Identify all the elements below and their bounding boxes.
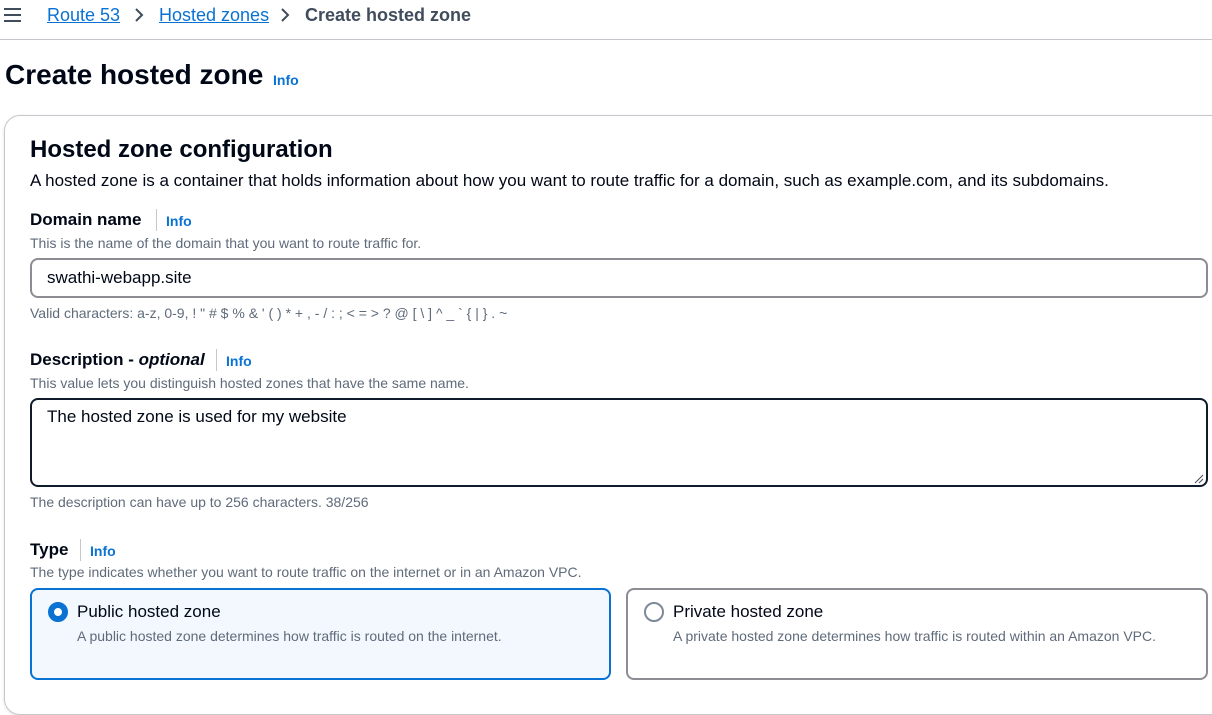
description-constraint: The description can have up to 256 chara… (30, 494, 369, 510)
radio-selected-icon[interactable] (48, 602, 68, 622)
type-label: Type (30, 540, 69, 559)
breadcrumb-current-page: Create hosted zone (305, 5, 472, 25)
domain-name-label: Domain name (30, 210, 142, 229)
top-navigation-bar: Route 53 Hosted zones Create hosted zone (0, 0, 1212, 40)
info-divider (216, 349, 217, 371)
section-description: A hosted zone is a container that holds … (30, 171, 1109, 190)
description-label: Description - optional (30, 349, 205, 371)
breadcrumb-hosted-zones-link[interactable]: Hosted zones (159, 4, 269, 26)
hamburger-menu-icon[interactable] (4, 6, 22, 24)
chevron-right-icon (281, 8, 290, 22)
radio-unselected-icon[interactable] (644, 602, 664, 622)
public-hosted-zone-tile[interactable]: Public hosted zone A public hosted zone … (30, 588, 611, 680)
domain-name-input[interactable] (30, 258, 1208, 298)
private-hosted-zone-title: Private hosted zone (673, 602, 824, 621)
private-hosted-zone-tile[interactable]: Private hosted zone A private hosted zon… (626, 588, 1208, 680)
description-info-link[interactable]: Info (226, 352, 252, 370)
type-info-link[interactable]: Info (90, 542, 116, 560)
public-hosted-zone-description: A public hosted zone determines how traf… (77, 628, 502, 644)
page-title: Create hosted zone (5, 59, 264, 90)
breadcrumb-route53-link[interactable]: Route 53 (47, 4, 120, 26)
domain-name-description: This is the name of the domain that you … (30, 235, 422, 251)
info-divider (156, 209, 157, 231)
section-title: Hosted zone configuration (30, 136, 333, 163)
domain-name-constraint: Valid characters: a-z, 0-9, ! " # $ % & … (30, 305, 508, 321)
type-description: The type indicates whether you want to r… (30, 564, 582, 580)
description-textarea[interactable]: The hosted zone is used for my website (30, 398, 1208, 487)
chevron-right-icon (135, 8, 144, 22)
private-hosted-zone-description: A private hosted zone determines how tra… (673, 628, 1156, 644)
public-hosted-zone-title: Public hosted zone (77, 602, 221, 621)
page-title-info-link[interactable]: Info (273, 72, 299, 88)
domain-name-info-link[interactable]: Info (166, 212, 192, 230)
description-optional-text: optional (138, 350, 205, 369)
info-divider (80, 539, 81, 561)
description-label-text: Description - (30, 350, 139, 369)
description-field-description: This value lets you distinguish hosted z… (30, 375, 469, 391)
resize-handle-icon[interactable] (1194, 474, 1204, 484)
